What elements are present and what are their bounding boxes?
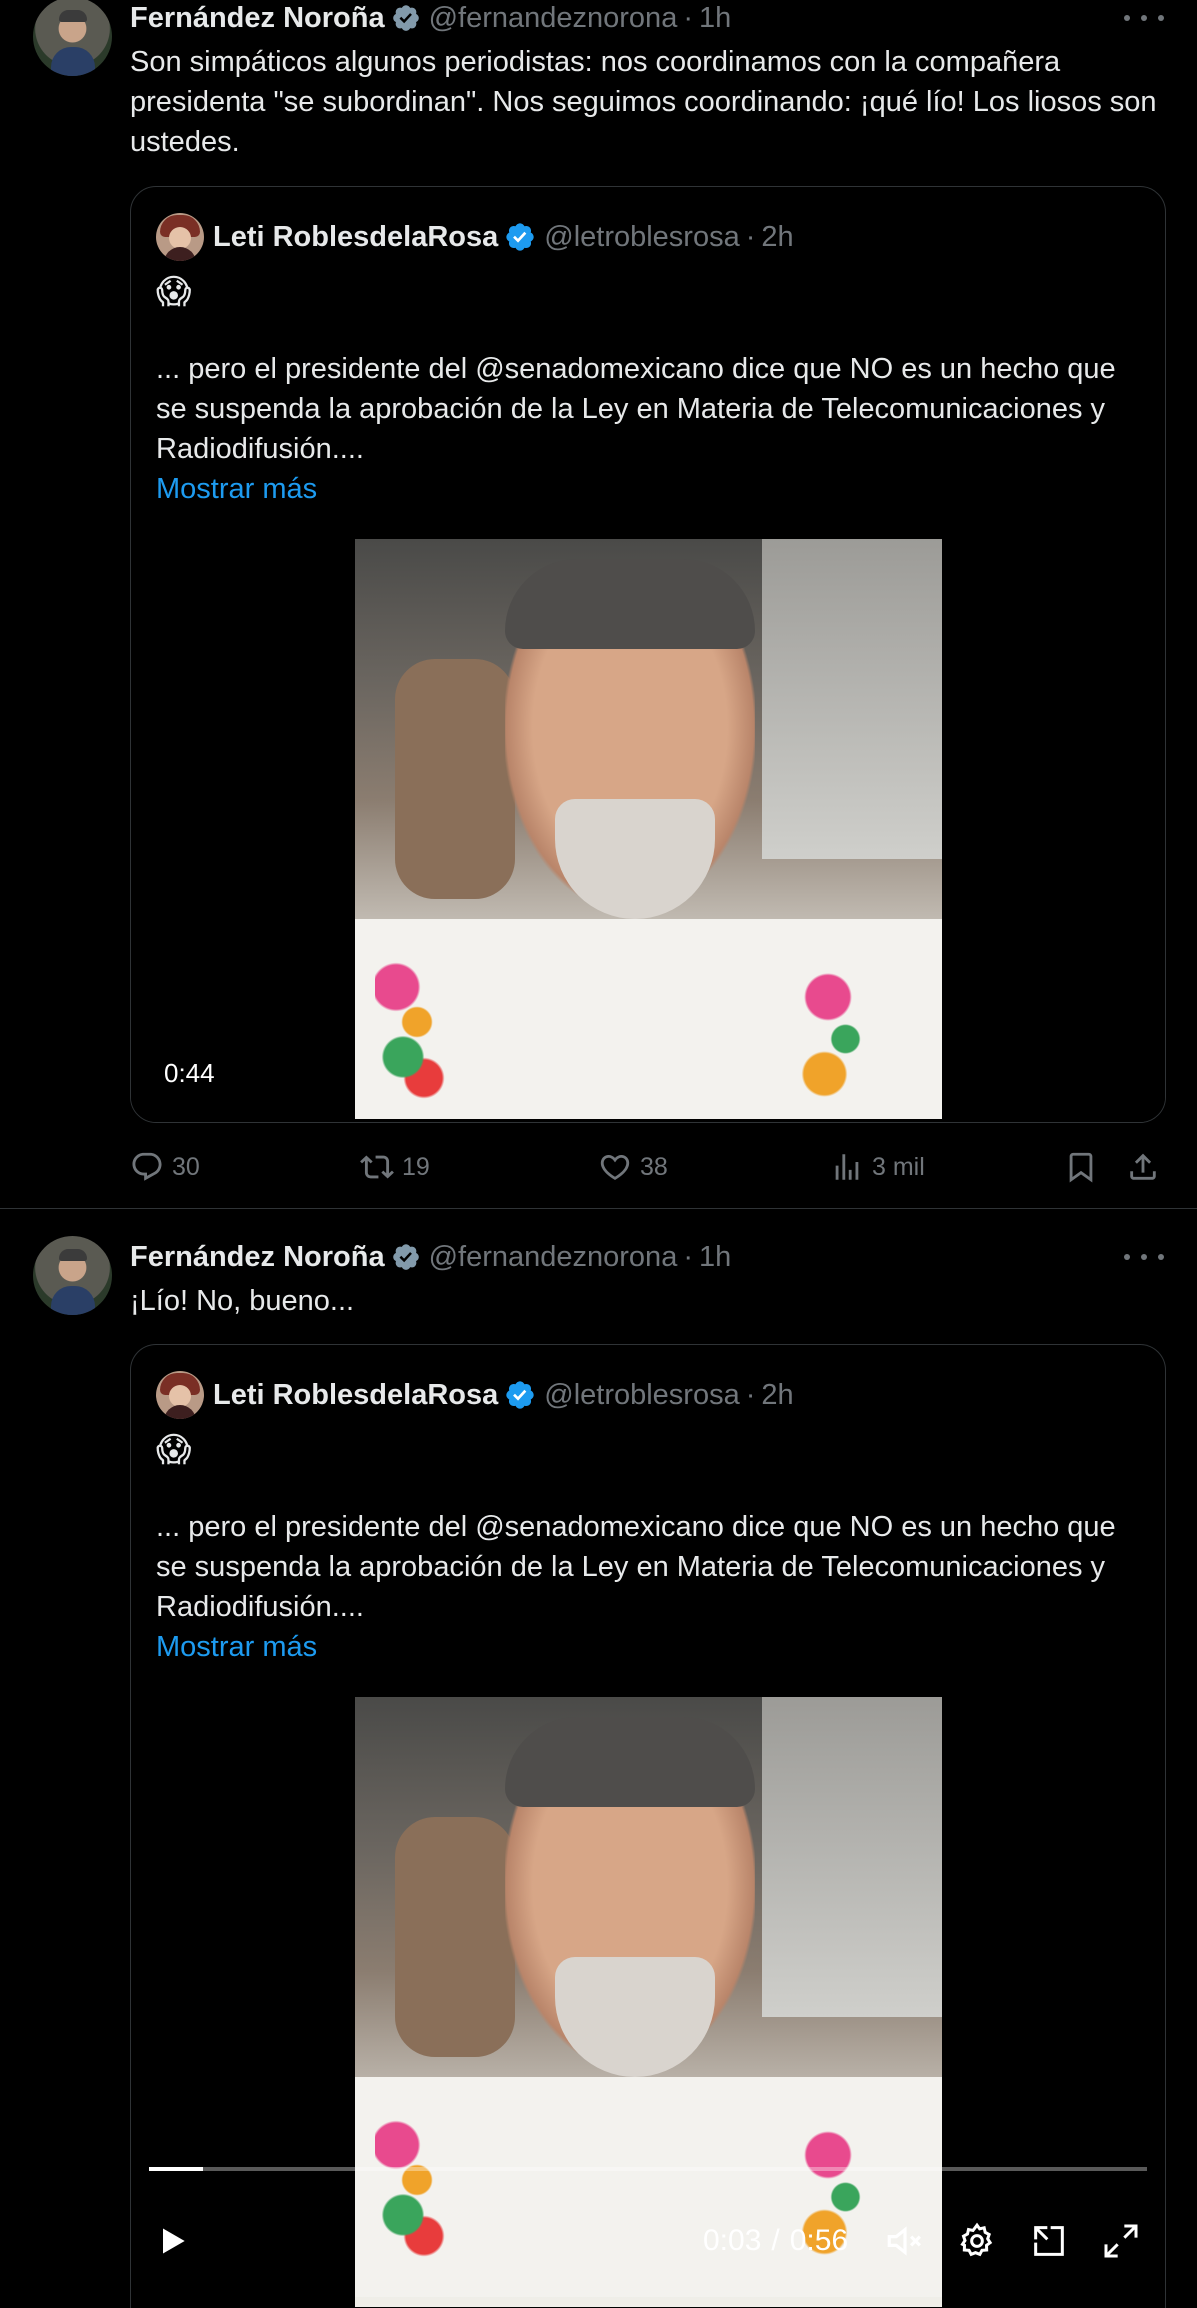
author-handle[interactable]: @fernandeznorona — [429, 1241, 678, 1274]
play-button[interactable] — [151, 2219, 195, 2263]
frame-embroidery-left — [375, 2117, 445, 2257]
separator-dot: · — [683, 1240, 693, 1273]
repost-count: 19 — [402, 1152, 430, 1181]
video-player[interactable]: 0:44 — [131, 539, 1165, 1122]
gear-icon — [960, 2222, 993, 2257]
fullscreen-icon — [1104, 2224, 1138, 2258]
quote-author-display-name[interactable]: Leti RoblesdelaRosa — [213, 1379, 498, 1412]
separator-dot: · — [683, 1, 693, 34]
quote-author-handle[interactable]: @letroblesrosa — [544, 221, 739, 254]
frame-embroidery-right — [800, 969, 870, 1109]
frame-window — [762, 1697, 942, 2017]
avatar-hair — [59, 1249, 87, 1261]
views-button[interactable]: 3 mil — [830, 1147, 925, 1187]
video-frame[interactable] — [355, 539, 942, 1119]
play-icon — [163, 2228, 185, 2254]
quote-avatar[interactable] — [156, 1371, 204, 1419]
pip-button[interactable] — [1027, 2219, 1071, 2263]
frame-seat — [395, 659, 515, 899]
tweet-actions: 30 19 38 3 mil — [130, 1147, 1164, 1187]
views-icon — [835, 1154, 859, 1180]
verified-gray-badge-icon[interactable] — [391, 1242, 421, 1272]
avatar-shirt — [51, 47, 95, 76]
video-player[interactable]: 0:03 / 0:56 — [131, 1697, 1165, 2307]
video-time-separator: / — [771, 2224, 780, 2257]
quote-avatar-top — [164, 1405, 196, 1419]
heart-icon — [600, 1154, 630, 1180]
bookmark-button[interactable] — [1064, 1147, 1106, 1187]
repost-icon — [360, 1155, 394, 1179]
author-handle[interactable]: @fernandeznorona — [429, 2, 678, 35]
separator-dot: · — [745, 1378, 756, 1411]
quote-avatar-face — [169, 1385, 191, 1407]
quote-time: 2h — [761, 1378, 794, 1411]
video-progress-fill — [149, 2167, 203, 2171]
share-button[interactable] — [1126, 1147, 1168, 1187]
author-display-name[interactable]: Fernández Noroña — [130, 1241, 385, 1274]
quote-avatar[interactable] — [156, 213, 204, 261]
views-count: 3 mil — [872, 1152, 925, 1181]
author-display-name[interactable]: Fernández Noroña — [130, 2, 385, 35]
show-more-link[interactable]: Mostrar más — [156, 469, 317, 509]
frame-embroidery-left — [375, 959, 445, 1099]
reply-icon — [132, 1152, 162, 1181]
more-dots-icon[interactable] — [1124, 1242, 1164, 1272]
video-time-readout: 0:03 / 0:56 — [703, 2219, 848, 2263]
show-more-link[interactable]: Mostrar más — [156, 1627, 317, 1667]
video-frame[interactable] — [355, 1697, 942, 2307]
more-dots-icon[interactable] — [1124, 3, 1164, 33]
quote-text: ... pero el presidente del @senadomexica… — [156, 353, 1116, 465]
repost-button[interactable]: 19 — [360, 1147, 430, 1187]
tweet-text: Son simpáticos algunos periodistas: nos … — [130, 46, 1157, 158]
tweet-header: Fernández Noroña @fernandeznorona · 1h — [130, 0, 731, 38]
pip-icon — [1034, 2226, 1064, 2256]
scream-emoji: 😱 — [156, 272, 192, 312]
mute-button[interactable] — [883, 2219, 927, 2263]
reply-count: 30 — [172, 1152, 200, 1181]
avatar-shirt — [51, 1286, 95, 1315]
video-progress-bar[interactable] — [149, 2167, 1147, 2171]
frame-hair — [505, 559, 755, 649]
tweet[interactable]: Fernández Noroña @fernandeznorona · 1h S… — [0, 0, 1197, 1209]
quote-avatar-top — [164, 247, 196, 261]
bookmark-icon — [1069, 1152, 1093, 1183]
verified-blue-badge-icon[interactable] — [504, 221, 536, 253]
frame-hair — [505, 1717, 755, 1807]
avatar[interactable] — [33, 0, 112, 76]
quote-time: 2h — [761, 220, 794, 253]
settings-button[interactable] — [955, 2219, 999, 2263]
quoted-tweet[interactable]: Leti RoblesdelaRosa @letroblesrosa · 2h … — [130, 186, 1166, 1123]
quoted-tweet[interactable]: Leti RoblesdelaRosa @letroblesrosa · 2h … — [130, 1344, 1166, 2308]
quote-text: ... pero el presidente del @senadomexica… — [156, 1511, 1116, 1623]
tweet-time[interactable]: 1h — [699, 1241, 731, 1274]
video-duration-badge: 0:44 — [164, 1058, 215, 1088]
quote-avatar-face — [169, 227, 191, 249]
mute-icon — [887, 2226, 921, 2256]
like-button[interactable]: 38 — [598, 1147, 668, 1187]
fullscreen-button[interactable] — [1099, 2219, 1143, 2263]
quote-header: Leti RoblesdelaRosa @letroblesrosa · 2h — [213, 217, 794, 257]
verified-blue-badge-icon[interactable] — [504, 1379, 536, 1411]
avatar-hair — [59, 10, 87, 22]
video-current-time: 0:03 — [703, 2224, 762, 2257]
tweet[interactable]: Fernández Noroña @fernandeznorona · 1h ¡… — [0, 1209, 1197, 2308]
tweet-header: Fernández Noroña @fernandeznorona · 1h — [130, 1237, 731, 1277]
share-icon — [1130, 1153, 1156, 1180]
avatar[interactable] — [33, 1236, 112, 1315]
frame-window — [762, 539, 942, 859]
video-duration: 0:56 — [789, 2224, 849, 2257]
scream-emoji: 😱 — [156, 1430, 192, 1470]
verified-gray-badge-icon[interactable] — [391, 3, 421, 33]
quote-header: Leti RoblesdelaRosa @letroblesrosa · 2h — [213, 1375, 794, 1415]
quote-author-display-name[interactable]: Leti RoblesdelaRosa — [213, 221, 498, 254]
tweet-text: ¡Lío! No, bueno... — [130, 1285, 355, 1317]
separator-dot: · — [745, 220, 756, 253]
quote-author-handle[interactable]: @letroblesrosa — [544, 1379, 739, 1412]
frame-seat — [395, 1817, 515, 2057]
reply-button[interactable]: 30 — [130, 1147, 200, 1187]
like-count: 38 — [640, 1152, 668, 1181]
tweet-time[interactable]: 1h — [699, 2, 731, 35]
